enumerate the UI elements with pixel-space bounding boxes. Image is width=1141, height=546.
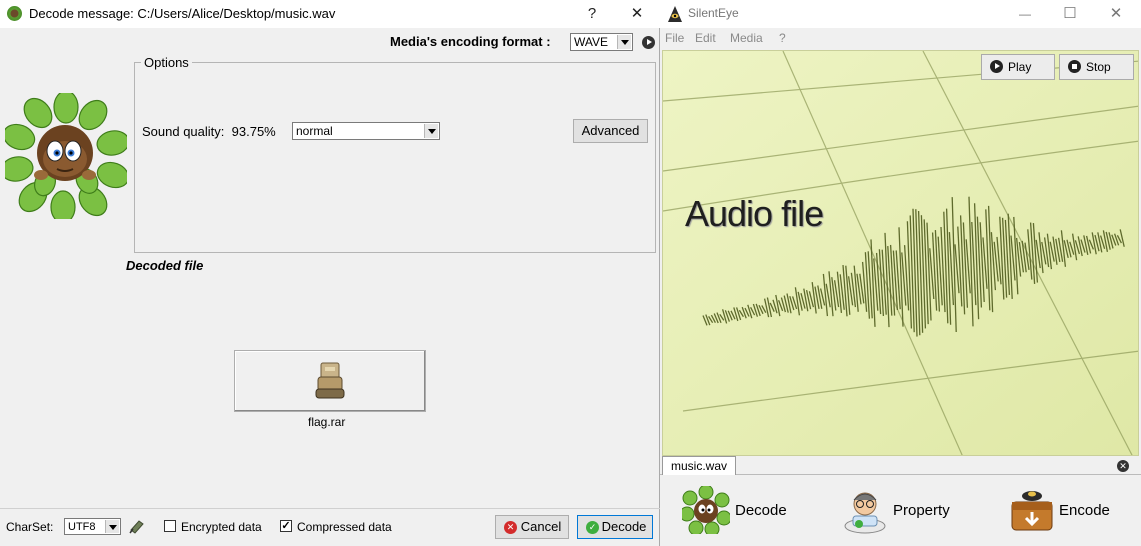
encoding-format-label: Media's encoding format : [390, 34, 551, 49]
encrypted-data-label: Encrypted data [181, 520, 262, 534]
decode-dialog: Decode message: C:/Users/Alice/Desktop/m… [0, 0, 660, 546]
encoding-format-value: WAVE [574, 35, 609, 49]
compressed-data-checkbox[interactable]: ✓ [280, 520, 292, 532]
decoded-file-label: Decoded file [126, 258, 204, 273]
menu-edit[interactable]: Edit [695, 31, 716, 45]
menu-media[interactable]: Media [730, 31, 763, 45]
property-action-label: Property [893, 502, 950, 519]
encoding-format-select[interactable]: WAVE [570, 33, 633, 51]
decode-action-label: Decode [735, 502, 787, 519]
decoded-file-name: flag.rar [308, 415, 346, 429]
encode-action-button[interactable]: Encode [1008, 486, 1128, 536]
audio-preview-area: Audio file [662, 50, 1139, 456]
silenteye-app-icon [7, 6, 22, 21]
silenteye-window: SilentEye — ☐ ✕ File Edit Media ? Audio … [660, 0, 1141, 546]
menu-bar: File Edit Media ? [660, 28, 1141, 48]
options-group-title: Options [141, 55, 192, 70]
charset-select[interactable]: UTF8 [64, 518, 121, 535]
encode-box-icon [1011, 491, 1053, 531]
cancel-button-label: Cancel [520, 519, 562, 534]
decode-button[interactable]: ✓ Decode [577, 515, 653, 539]
play-button[interactable]: Play [981, 54, 1055, 80]
charset-tool-icon[interactable] [129, 518, 145, 534]
maximize-button[interactable]: ☐ [1056, 2, 1084, 26]
encode-action-label: Encode [1059, 502, 1110, 519]
silenteye-title: SilentEye [688, 6, 739, 20]
property-action-button[interactable]: Property [841, 486, 971, 536]
charset-label: CharSet: [6, 520, 54, 534]
chevron-down-icon [424, 124, 438, 138]
sound-quality-select[interactable]: normal [292, 122, 440, 140]
play-media-icon[interactable] [642, 36, 655, 49]
decoded-file-button[interactable] [234, 350, 426, 412]
close-button[interactable]: ✕ [623, 2, 651, 26]
sound-quality-select-value: normal [296, 124, 333, 138]
decode-face-icon [682, 486, 730, 534]
decode-dialog-titlebar: Decode message: C:/Users/Alice/Desktop/m… [0, 0, 660, 28]
cancel-button[interactable]: ✕ Cancel [495, 515, 569, 539]
chevron-down-icon [105, 520, 119, 533]
bottom-separator [0, 508, 660, 509]
stop-icon [1068, 60, 1081, 73]
archive-file-icon [315, 362, 345, 399]
stop-button[interactable]: Stop [1059, 54, 1134, 80]
play-button-label: Play [1008, 60, 1032, 74]
play-icon [990, 60, 1003, 73]
ok-check-icon: ✓ [586, 521, 599, 534]
silenteye-titlebar: SilentEye — ☐ ✕ [660, 0, 1141, 28]
help-button[interactable]: ? [578, 2, 606, 26]
silenteye-logo-icon [5, 93, 127, 219]
sound-quality-label: Sound quality: 93.75% [142, 124, 276, 139]
silenteye-app-icon [668, 6, 682, 22]
stop-button-label: Stop [1086, 60, 1111, 74]
cancel-icon: ✕ [504, 521, 517, 534]
menu-file[interactable]: File [665, 31, 684, 45]
decode-button-label: Decode [601, 519, 647, 534]
sound-quality-text: Sound quality: [142, 124, 225, 139]
minimize-button[interactable]: — [1011, 2, 1039, 26]
encrypted-data-checkbox[interactable] [164, 520, 176, 532]
compressed-data-label: Compressed data [297, 520, 392, 534]
charset-select-value: UTF8 [68, 521, 96, 533]
property-person-icon [844, 492, 886, 534]
window-close-button[interactable]: ✕ [1102, 2, 1130, 26]
advanced-button[interactable]: Advanced [573, 119, 648, 143]
close-tab-icon[interactable]: ✕ [1117, 460, 1129, 472]
chevron-down-icon [617, 35, 631, 49]
sound-quality-percent: 93.75% [231, 124, 276, 139]
decode-action-button[interactable]: Decode [682, 486, 802, 536]
waveform-background-image [663, 51, 1138, 455]
decode-dialog-title: Decode message: C:/Users/Alice/Desktop/m… [29, 6, 336, 21]
tab-music-wav[interactable]: music.wav [662, 456, 737, 475]
media-title: Audio file [685, 193, 824, 234]
menu-help[interactable]: ? [779, 31, 786, 45]
options-group [134, 62, 656, 253]
